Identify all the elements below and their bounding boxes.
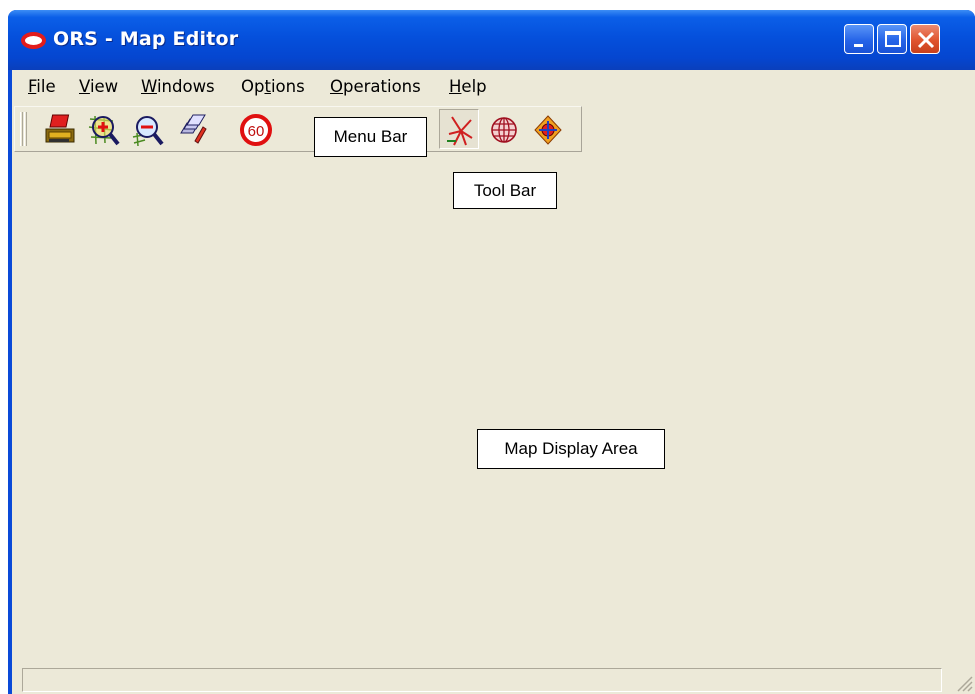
close-button[interactable] — [910, 24, 940, 54]
svg-text:60: 60 — [248, 123, 265, 140]
resize-grip-icon[interactable] — [955, 674, 973, 692]
menu-options[interactable]: Options — [241, 77, 305, 96]
tool-bar-callout: Tool Bar — [453, 172, 557, 209]
zoom-out-icon — [132, 116, 164, 147]
toolbar-grip[interactable] — [20, 112, 23, 146]
zoom-out-button[interactable] — [127, 109, 167, 149]
map-display-area[interactable] — [12, 154, 975, 664]
minimize-icon — [854, 44, 863, 47]
zoom-in-button[interactable] — [83, 109, 123, 149]
status-bar — [12, 664, 975, 694]
print-button[interactable] — [39, 109, 79, 149]
globe-icon — [491, 117, 517, 143]
minimize-button[interactable] — [844, 24, 874, 54]
window-title: ORS - Map Editor — [53, 28, 239, 50]
print-icon — [45, 114, 75, 143]
menu-operations[interactable]: Operations — [330, 77, 421, 96]
maximize-button[interactable] — [877, 24, 907, 54]
toolbar-grip[interactable] — [24, 112, 27, 146]
layers-button[interactable] — [171, 109, 211, 149]
menu-help[interactable]: Help — [449, 77, 487, 96]
maximize-icon — [885, 31, 901, 47]
menu-file[interactable]: File — [28, 77, 56, 96]
zoom-in-icon — [88, 115, 120, 146]
close-icon — [917, 31, 935, 49]
menu-view[interactable]: View — [79, 77, 118, 96]
speed-limit-60-icon: 60 — [240, 114, 272, 146]
menu-windows[interactable]: Windows — [141, 77, 215, 96]
status-panel — [22, 668, 942, 692]
network-links-button[interactable] — [439, 109, 479, 149]
speed-limit-button[interactable]: 60 — [235, 109, 275, 149]
layers-icon — [180, 114, 207, 144]
menu-bar-callout: Menu Bar — [314, 117, 427, 157]
network-links-icon — [447, 116, 473, 146]
oracle-logo-icon — [21, 32, 46, 49]
menu-bar: File View Windows Options Operations Hel… — [12, 70, 975, 104]
globe-button[interactable] — [483, 109, 523, 149]
map-editor-window: ORS - Map Editor File View Windows Optio… — [8, 10, 975, 694]
tool-bar: 60 — [14, 106, 582, 152]
center-map-icon — [534, 115, 562, 145]
client-area: File View Windows Options Operations Hel… — [12, 70, 975, 694]
title-bar[interactable]: ORS - Map Editor — [8, 10, 975, 70]
center-map-button[interactable] — [527, 109, 567, 149]
map-display-area-callout: Map Display Area — [477, 429, 665, 469]
